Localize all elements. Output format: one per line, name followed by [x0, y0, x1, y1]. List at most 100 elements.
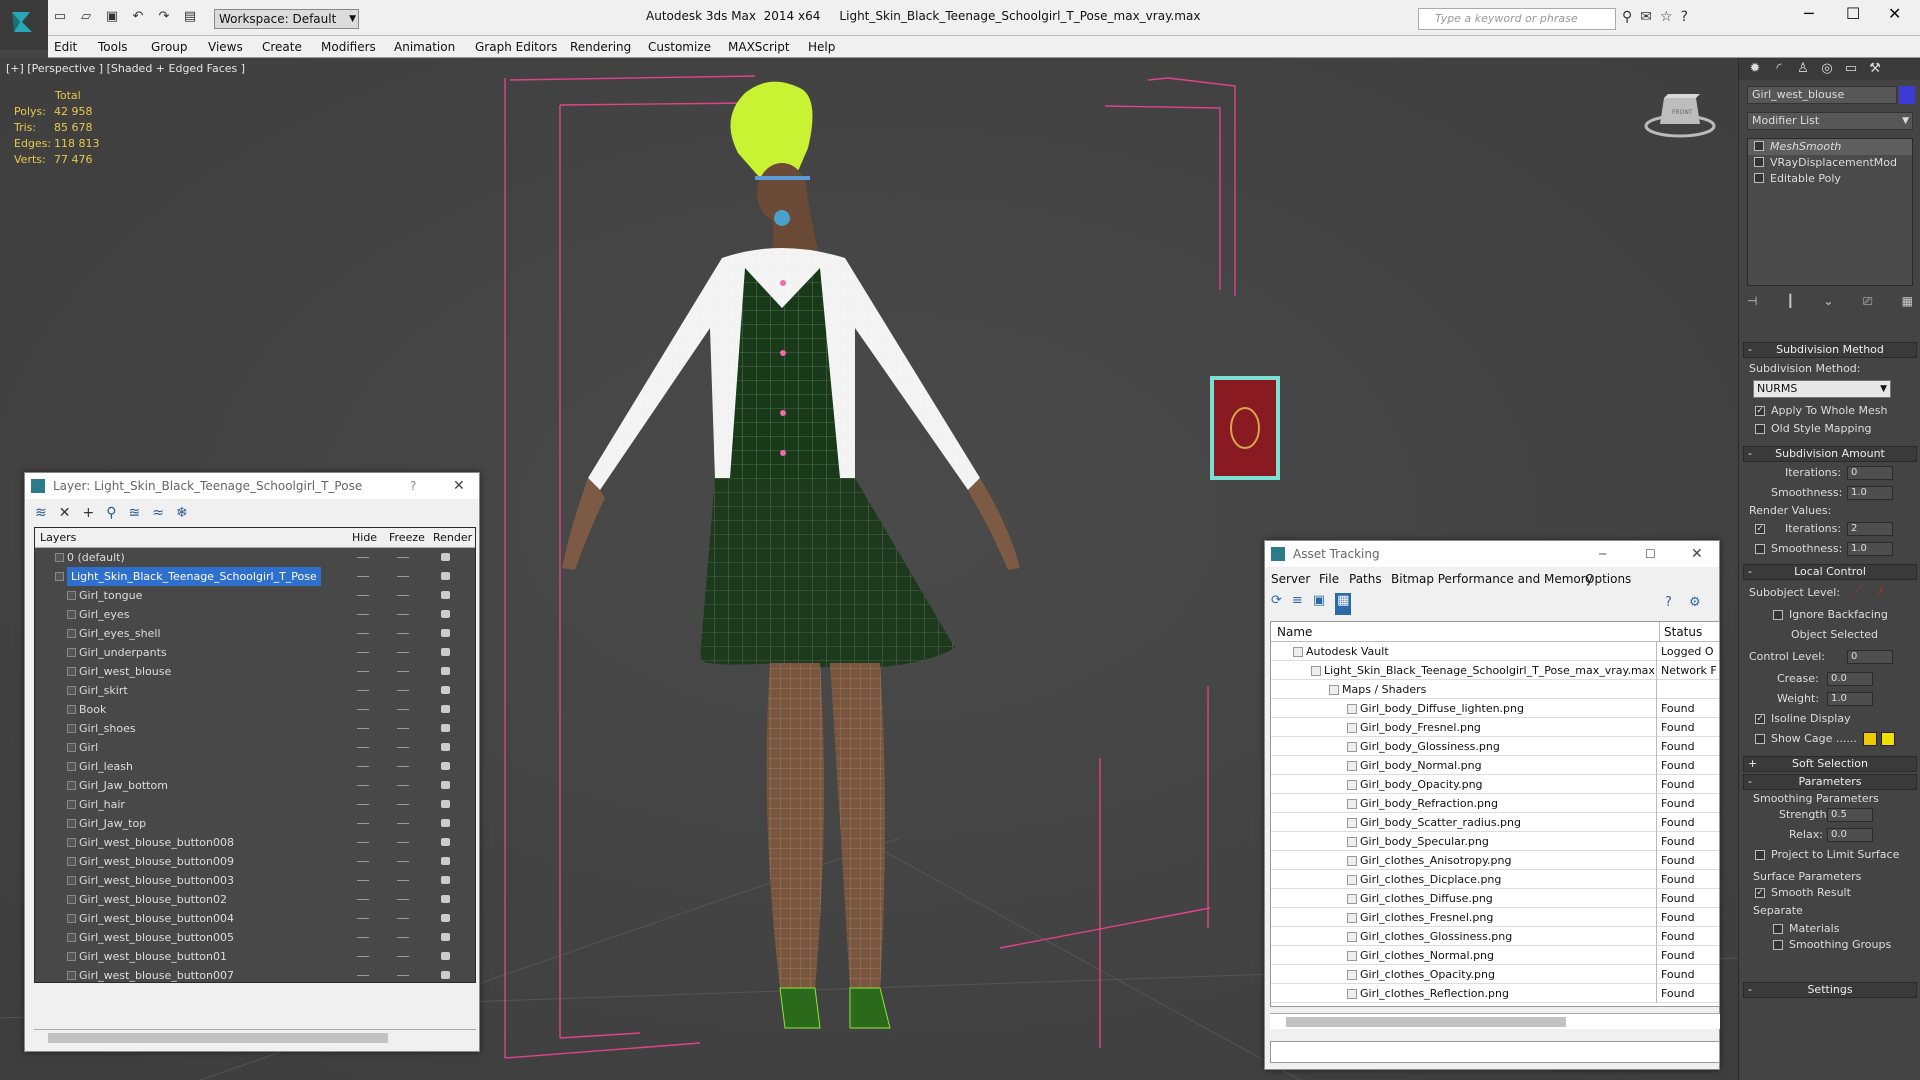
- asset-row[interactable]: Girl_clothes_Anisotropy.png Found: [1271, 851, 1719, 870]
- render-teapot-icon[interactable]: [441, 629, 450, 637]
- bulb-icon[interactable]: [1754, 141, 1764, 151]
- expand-icon[interactable]: [1754, 173, 1764, 183]
- freeze-toggle[interactable]: [397, 899, 409, 900]
- asset-row[interactable]: Girl_clothes_Dicplace.png Found: [1271, 870, 1719, 889]
- asset-table-scrollbar[interactable]: [1270, 1013, 1720, 1029]
- modifier-list-dropdown[interactable]: Modifier List ▼: [1747, 112, 1913, 130]
- vertex-subobject-icon[interactable]: ⋰: [1851, 584, 1862, 597]
- app-logo-button[interactable]: [0, 0, 48, 50]
- thumbnail-view-icon[interactable]: ▣: [1313, 593, 1325, 615]
- hide-all-icon[interactable]: ≈: [152, 501, 164, 525]
- materials-checkbox[interactable]: [1773, 924, 1783, 934]
- hide-toggle[interactable]: [357, 937, 369, 938]
- hide-toggle[interactable]: [357, 785, 369, 786]
- menu-edit[interactable]: Edit: [54, 40, 77, 54]
- strength-spinner[interactable]: 0.5: [1827, 808, 1873, 822]
- freeze-toggle[interactable]: [397, 937, 409, 938]
- menu-graph-editors[interactable]: Graph Editors: [475, 40, 557, 54]
- help-icon[interactable]: ?: [1665, 595, 1672, 610]
- layer-row[interactable]: Girl_west_blouse_button02: [35, 890, 475, 909]
- rollout-local-control[interactable]: - Local Control: [1743, 564, 1917, 580]
- hide-toggle[interactable]: [357, 595, 369, 596]
- old-style-mapping-checkbox[interactable]: [1755, 424, 1765, 434]
- menu-server[interactable]: Server: [1271, 572, 1310, 586]
- isoline-display-checkbox[interactable]: ✓: [1755, 714, 1765, 724]
- asset-row[interactable]: Girl_body_Glossiness.png Found: [1271, 737, 1719, 756]
- asset-row[interactable]: Girl_clothes_Diffuse.png Found: [1271, 889, 1719, 908]
- project-limit-checkbox[interactable]: [1755, 850, 1765, 860]
- hierarchy-tab-icon[interactable]: ♙: [1793, 61, 1813, 77]
- asset-row[interactable]: Light_Skin_Black_Teenage_Schoolgirl_T_Po…: [1271, 661, 1719, 680]
- asset-row[interactable]: Girl_clothes_Reflection.png Found: [1271, 984, 1719, 1003]
- favorites-icon[interactable]: ☆: [1660, 9, 1673, 25]
- freeze-toggle[interactable]: [397, 652, 409, 653]
- edge-subobject-icon[interactable]: ∕: [1879, 584, 1883, 597]
- freeze-toggle[interactable]: [397, 880, 409, 881]
- layer-row[interactable]: Girl_tongue: [35, 586, 475, 605]
- communication-icon[interactable]: ✉: [1640, 9, 1652, 25]
- rollout-soft-selection[interactable]: + Soft Selection: [1743, 756, 1917, 772]
- layer-row[interactable]: Girl_leash: [35, 757, 475, 776]
- hide-toggle[interactable]: [357, 709, 369, 710]
- render-teapot-icon[interactable]: [441, 800, 450, 808]
- freeze-toggle[interactable]: [397, 595, 409, 596]
- help-icon[interactable]: ?: [1681, 9, 1688, 25]
- menu-file[interactable]: File: [1319, 572, 1339, 586]
- hide-toggle[interactable]: [357, 671, 369, 672]
- show-end-result-icon[interactable]: ┃: [1787, 294, 1794, 314]
- hide-toggle[interactable]: [357, 728, 369, 729]
- layer-row[interactable]: Girl_Jaw_top: [35, 814, 475, 833]
- ignore-backfacing-checkbox[interactable]: [1773, 610, 1783, 620]
- asset-row[interactable]: Autodesk Vault Logged O: [1271, 642, 1719, 661]
- render-teapot-icon[interactable]: [441, 705, 450, 713]
- freeze-toggle[interactable]: [397, 804, 409, 805]
- modify-tab-icon[interactable]: ◜: [1769, 61, 1789, 77]
- hide-toggle[interactable]: [357, 766, 369, 767]
- object-name-field[interactable]: Girl_west_blouse: [1747, 86, 1897, 104]
- column-header-status[interactable]: Status: [1659, 622, 1702, 642]
- menu-help[interactable]: Help: [808, 40, 835, 54]
- column-header-layers[interactable]: Layers: [40, 528, 76, 548]
- freeze-all-icon[interactable]: ❄: [176, 501, 188, 525]
- create-tab-icon[interactable]: ✹: [1745, 61, 1765, 77]
- settings-icon[interactable]: ⚙: [1689, 595, 1701, 610]
- layer-row[interactable]: Girl_skirt: [35, 681, 475, 700]
- utilities-tab-icon[interactable]: ⚒: [1865, 61, 1885, 77]
- hide-toggle[interactable]: [357, 918, 369, 919]
- render-teapot-icon[interactable]: [441, 591, 450, 599]
- smoothing-groups-checkbox[interactable]: [1773, 940, 1783, 950]
- freeze-toggle[interactable]: [397, 766, 409, 767]
- bulb-icon[interactable]: [1754, 157, 1764, 167]
- column-header-name[interactable]: Name: [1277, 622, 1312, 642]
- subdivision-method-dropdown[interactable]: NURMS ▼: [1753, 380, 1891, 398]
- viewport-label[interactable]: [+] [Perspective ] [Shaded + Edged Faces…: [6, 62, 245, 75]
- maximize-icon[interactable]: ☐: [1645, 541, 1656, 567]
- render-teapot-icon[interactable]: [441, 952, 450, 960]
- table-view-icon[interactable]: ▦: [1335, 593, 1352, 615]
- layer-row[interactable]: Girl_hair: [35, 795, 475, 814]
- layer-row[interactable]: Girl_west_blouse_button01: [35, 947, 475, 966]
- close-icon[interactable]: ✕: [1691, 541, 1703, 567]
- layer-row[interactable]: Girl_west_blouse_button004: [35, 909, 475, 928]
- render-smoothness-spinner[interactable]: 1.0: [1847, 542, 1893, 556]
- hide-toggle[interactable]: [357, 652, 369, 653]
- layer-row[interactable]: Girl_west_blouse_button005: [35, 928, 475, 947]
- binoculars-icon[interactable]: ⚲: [1622, 9, 1632, 25]
- close-icon[interactable]: ✕: [453, 473, 465, 499]
- pin-stack-icon[interactable]: ⊣: [1747, 294, 1757, 314]
- render-teapot-icon[interactable]: [441, 876, 450, 884]
- freeze-toggle[interactable]: [397, 728, 409, 729]
- menu-animation[interactable]: Animation: [394, 40, 455, 54]
- asset-row[interactable]: Girl_body_Refraction.png Found: [1271, 794, 1719, 813]
- undo-icon[interactable]: ↶: [128, 8, 148, 26]
- asset-row[interactable]: Girl_clothes_Glossiness.png Found: [1271, 927, 1719, 946]
- relax-spinner[interactable]: 0.0: [1827, 828, 1873, 842]
- save-file-icon[interactable]: ▣: [102, 8, 122, 26]
- modifier-stack-item[interactable]: MeshSmooth: [1748, 139, 1912, 155]
- rollout-parameters[interactable]: - Parameters: [1743, 774, 1917, 790]
- configure-sets-icon[interactable]: ▦: [1902, 294, 1913, 314]
- render-teapot-icon[interactable]: [441, 553, 450, 561]
- menu-bitmap-performance[interactable]: Bitmap Performance and Memory: [1391, 572, 1593, 586]
- freeze-toggle[interactable]: [397, 785, 409, 786]
- layer-row[interactable]: Girl_west_blouse_button003: [35, 871, 475, 890]
